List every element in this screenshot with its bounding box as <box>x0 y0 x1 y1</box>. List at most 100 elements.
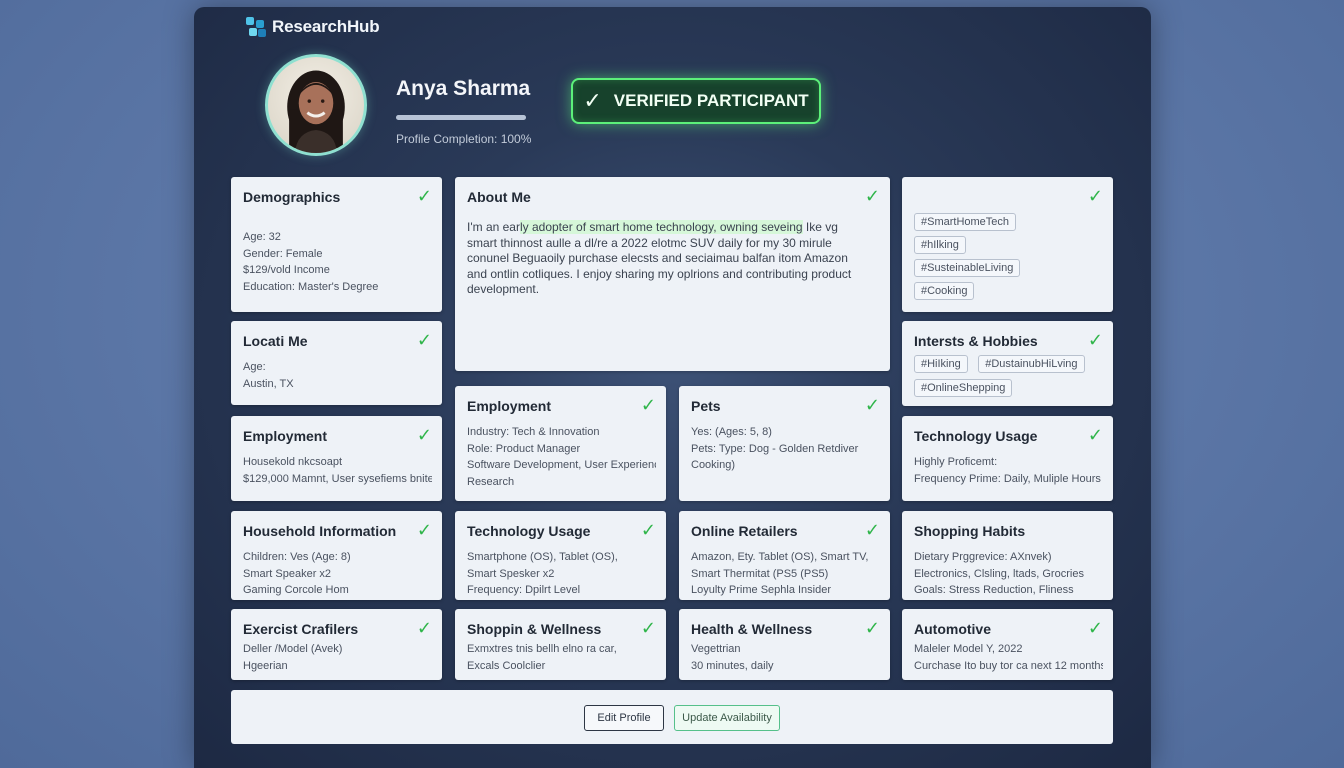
tag[interactable]: #SusteinableLiving <box>914 259 1021 277</box>
brand-name: ResearchHub <box>272 17 380 36</box>
avatar <box>265 54 367 156</box>
card-title: Shoppin & Wellness <box>467 621 602 637</box>
card-line: Cooking) <box>691 459 736 471</box>
tag[interactable]: #HiIking <box>914 355 968 373</box>
card-technology-usage-right[interactable]: Technology Usage ✓ Highly Proficemt: Fre… <box>902 416 1113 501</box>
tag[interactable]: #Cooking <box>914 282 975 300</box>
check-icon: ✓ <box>864 520 880 540</box>
card-line: Highly Proficemt: <box>914 456 998 468</box>
card-line: Excals Coolclier <box>467 659 546 672</box>
card-line: Age: <box>243 361 266 373</box>
card-line: Age: 32 <box>243 231 281 243</box>
card-employment-mid[interactable]: Employment ✓ Industry: Tech & Innovation… <box>455 386 666 501</box>
card-line: Deller /Model (Avek) <box>243 643 343 655</box>
card-line: Gaming Corcole Hom <box>243 584 349 596</box>
verified-badge: ✓ VERIFIED PARTICIPANT <box>571 78 821 124</box>
card-lines: Vegettrian 30 minutes, daily <box>691 641 880 674</box>
card-demographics[interactable]: Demographics ✓ Age: 32 Gender: Female $1… <box>231 177 442 312</box>
card-lines: Children: Ves (Age: 8) Smart Speaker x2 … <box>243 549 432 599</box>
card-title: Exercist Crafilers <box>243 621 359 637</box>
card-line: Role: Product Manager <box>467 442 581 455</box>
card-household[interactable]: Household Information ✓ Children: Ves (A… <box>231 511 442 600</box>
card-line: Loyulty Prime Sephla Insider <box>691 584 832 596</box>
card-line: $129,000 Mamnt, User sysefiems bnite <box>243 472 432 485</box>
card-title: Employment <box>243 428 328 444</box>
card-lines: Age: 32 Gender: Female $129/vold Income … <box>243 229 432 295</box>
profile-photo-icon <box>287 70 345 153</box>
check-icon: ✓ <box>1087 186 1103 206</box>
card-line: Smartphone (OS), Tablet (OS), <box>467 551 618 563</box>
card-employment-left[interactable]: Employment ✓ Housekold nkcsoapt $129,000… <box>231 416 442 501</box>
card-automotive[interactable]: Automotive ✓ Maleler Model Y, 2022 Curch… <box>902 609 1113 680</box>
tag-list: #HiIking #DustainubHiLving #OnlineSheppi… <box>914 354 1103 402</box>
card-lines: Housekold nkcsoapt $129,000 Mamnt, User … <box>243 454 432 487</box>
card-line: Vegettrian <box>691 643 741 655</box>
about-text-highlight: ly adopter of smart home technology, own… <box>519 220 803 234</box>
check-icon: ✓ <box>640 395 656 415</box>
card-line: Hgeerian <box>243 659 288 672</box>
about-me-text: I'm an early adopter of smart home techn… <box>467 220 870 298</box>
card-line: Yes: (Ages: 5, 8) <box>691 426 772 438</box>
check-icon: ✓ <box>864 618 880 638</box>
card-line: Smart Speaker x2 <box>243 567 332 580</box>
tag[interactable]: #SmartHomeTech <box>914 213 1017 231</box>
tag[interactable]: #DustainubHiLving <box>978 355 1085 373</box>
card-online-retailers[interactable]: Online Retailers ✓ Amazon, Ety. Tablet (… <box>679 511 890 600</box>
card-line: $129/vold Income <box>243 264 330 276</box>
card-lines: Dietary Prggrevice: AXnvek) Electronics,… <box>914 549 1103 599</box>
card-interests-hobbies[interactable]: Intersts & Hobbies ✓ #HiIking #Dustainub… <box>902 321 1113 406</box>
profile-completion-bar <box>396 115 526 120</box>
card-line: Exmxtres tnis bellh elno ra car, <box>467 643 617 655</box>
card-line: Pets: Type: Dog - Golden Retdiver <box>691 442 859 455</box>
card-lines: Yes: (Ages: 5, 8) Pets: Type: Dog - Gold… <box>691 424 880 474</box>
check-icon: ✓ <box>416 520 432 540</box>
brand[interactable]: ResearchHub <box>246 17 380 37</box>
card-line: Frequency: Dpilrt Level <box>467 584 581 596</box>
card-title: Pets <box>691 398 721 414</box>
app-window: ResearchHub Anya Sharma Profile Completi… <box>194 7 1151 768</box>
researchhub-logo-icon <box>246 17 266 37</box>
card-lines: Maleler Model Y, 2022 Curchase Ito buy t… <box>914 641 1103 674</box>
check-icon: ✓ <box>1087 425 1103 445</box>
card-lines: Age: Austin, TX <box>243 359 432 392</box>
profile-completion-label: Profile Completion: 100% <box>396 132 532 146</box>
card-lines: Exmxtres tnis bellh elno ra car, Excals … <box>467 641 656 674</box>
card-technology-usage-mid[interactable]: Technology Usage ✓ Smartphone (OS), Tabl… <box>455 511 666 600</box>
card-line: Maleler Model Y, 2022 <box>914 643 1023 655</box>
card-title: Demographics <box>243 189 341 205</box>
card-pets[interactable]: Pets ✓ Yes: (Ages: 5, 8) Pets: Type: Dog… <box>679 386 890 501</box>
check-icon: ✓ <box>864 395 880 415</box>
update-availability-button[interactable]: Update Availability <box>674 705 780 731</box>
card-line: Software Development, User Experience <box>467 459 656 471</box>
card-shopping-habits[interactable]: Shopping Habits Dietary Prggrevice: AXnv… <box>902 511 1113 600</box>
tag[interactable]: #hIlking <box>914 236 966 254</box>
tag[interactable]: #OnlineShepping <box>914 379 1013 397</box>
card-title: About Me <box>467 189 531 205</box>
profile-completion-fill <box>396 115 526 120</box>
card-about-me[interactable]: About Me ✓ I'm an early adopter of smart… <box>455 177 890 371</box>
card-location[interactable]: Locati Me ✓ Age: Austin, TX <box>231 321 442 405</box>
card-exercise[interactable]: Exercist Crafilers ✓ Deller /Model (Avek… <box>231 609 442 680</box>
card-title: Health & Wellness <box>691 621 813 637</box>
card-line: Housekold nkcsoapt <box>243 456 343 468</box>
card-title: Technology Usage <box>914 428 1038 444</box>
edit-profile-button[interactable]: Edit Profile <box>584 705 664 731</box>
card-shopping-wellness[interactable]: Shoppin & Wellness ✓ Exmxtres tnis bellh… <box>455 609 666 680</box>
card-line: Education: Master's Degree <box>243 280 379 293</box>
verified-label: VERIFIED PARTICIPANT <box>613 91 809 110</box>
card-health-wellness[interactable]: Health & Wellness ✓ Vegettrian 30 minute… <box>679 609 890 680</box>
card-line: Frequency Prime: Daily, Muliple Hours <box>914 472 1101 485</box>
card-title: Shopping Habits <box>914 523 1026 539</box>
check-icon: ✓ <box>416 618 432 638</box>
card-title: Technology Usage <box>467 523 591 539</box>
card-line: 30 minutes, daily <box>691 659 774 672</box>
card-line: Smart Spesker x2 <box>467 567 555 580</box>
card-line: Children: Ves (Age: 8) <box>243 551 351 563</box>
card-line: Research <box>467 475 515 488</box>
card-tags[interactable]: ✓ #SmartHomeTech #hIlking #SusteinableLi… <box>902 177 1113 312</box>
user-name: Anya Sharma <box>396 77 531 100</box>
card-line: Industry: Tech & Innovation <box>467 426 600 438</box>
card-line: Curchase Ito buy tor ca next 12 months <box>914 659 1103 672</box>
card-title: Household Information <box>243 523 397 539</box>
tag-list: #SmartHomeTech #hIlking #SusteinableLivi… <box>914 213 1021 305</box>
